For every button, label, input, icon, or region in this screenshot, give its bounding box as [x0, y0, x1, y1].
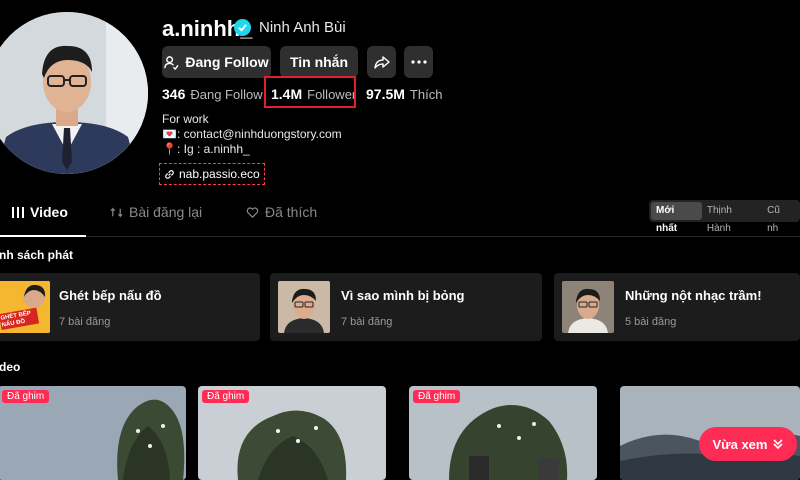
- likes-count-value: 97.5M: [366, 86, 405, 102]
- tab-liked[interactable]: Đã thích: [246, 204, 317, 220]
- sort-popular[interactable]: Thịnh Hành: [702, 202, 762, 234]
- tab-divider: [0, 236, 800, 237]
- following-count-value: 346: [162, 86, 186, 102]
- avatar-image: [0, 12, 148, 174]
- user-check-icon: [164, 55, 180, 70]
- tab-liked-label: Đã thích: [265, 204, 318, 220]
- pinned-badge: Đã ghim: [202, 390, 250, 403]
- pinned-badge: Đã ghim: [2, 390, 50, 403]
- following-count-label: Đang Follow: [190, 87, 263, 102]
- profile-link[interactable]: nab.passio.eco: [159, 163, 265, 185]
- active-tab-indicator: [0, 235, 86, 237]
- message-button-label: Tin nhắn: [289, 54, 349, 70]
- videos-heading: deo: [0, 360, 21, 374]
- playlist-count: 7 bài đăng: [59, 316, 111, 328]
- following-button-label: Đang Follow: [185, 54, 269, 70]
- double-chevron-down-icon: [773, 439, 784, 449]
- tab-video[interactable]: Video: [12, 204, 68, 220]
- video-thumbnail[interactable]: Đã ghim: [198, 386, 386, 480]
- grid-icon: [12, 206, 24, 218]
- playlist-card[interactable]: Vì sao mình bị bỏng 7 bài đăng: [270, 273, 542, 341]
- playlist-card[interactable]: Những nột nhạc trầm! 5 bài đăng: [554, 273, 800, 341]
- profile-link-text: nab.passio.eco: [179, 167, 260, 181]
- display-name: Ninh Anh Bùi: [259, 19, 346, 36]
- playlist-name: Những nột nhạc trầm!: [625, 288, 762, 303]
- playlist-thumbnail: [278, 281, 330, 333]
- more-options-button[interactable]: [404, 46, 433, 78]
- video-thumbnail[interactable]: Đã ghim: [0, 386, 186, 480]
- tab-reposts-label: Bài đăng lại: [129, 204, 203, 220]
- heart-lock-icon: [246, 206, 259, 218]
- playlist-card[interactable]: GHÉT BẾP NẤU ĐỒ Ghét bếp nấu đồ 7 bài đă…: [0, 273, 260, 341]
- tab-video-label: Video: [30, 204, 68, 220]
- follower-highlight-box: [264, 76, 356, 108]
- pinned-badge: Đã ghim: [413, 390, 461, 403]
- playlists-heading: nh sách phát: [0, 248, 74, 262]
- message-button[interactable]: Tin nhắn: [280, 46, 358, 78]
- share-icon: [373, 56, 390, 69]
- more-dots-icon: [410, 60, 427, 64]
- repost-icon: [110, 206, 123, 218]
- recently-viewed-button[interactable]: Vừa xem: [699, 427, 797, 461]
- recently-viewed-label: Vừa xem: [712, 436, 768, 452]
- link-icon: [165, 169, 174, 179]
- following-button[interactable]: Đang Follow: [162, 46, 271, 78]
- playlist-count: 5 bài đăng: [625, 316, 677, 328]
- playlist-thumbnail: [562, 281, 614, 333]
- sort-selector: Mới nhất Thịnh Hành Cũ nh: [649, 200, 800, 234]
- profile-avatar[interactable]: [0, 12, 148, 174]
- likes-count-label: Thích: [409, 87, 443, 102]
- tab-reposts[interactable]: Bài đăng lại: [110, 204, 202, 220]
- sort-oldest[interactable]: Cũ nh: [762, 202, 798, 234]
- playlist-name: Ghét bếp nấu đồ: [59, 288, 162, 303]
- likes-count: 97.5M Thích: [366, 86, 442, 102]
- playlist-name: Vì sao mình bị bỏng: [341, 288, 465, 303]
- bio-line: 📍: Ig : a.ninhh_: [162, 142, 250, 156]
- bio-line: For work: [162, 112, 209, 126]
- verified-badge-icon: [234, 19, 251, 36]
- sort-newest[interactable]: Mới nhất: [651, 202, 702, 234]
- playlist-thumbnail: GHÉT BẾP NẤU ĐỒ: [0, 281, 50, 333]
- bio-line: 💌: contact@ninhduongstory.com: [162, 127, 342, 141]
- following-count[interactable]: 346 Đang Follow: [162, 86, 263, 102]
- share-button[interactable]: [367, 46, 396, 78]
- playlist-count: 7 bài đăng: [341, 316, 393, 328]
- video-thumbnail[interactable]: Đã ghim: [409, 386, 597, 480]
